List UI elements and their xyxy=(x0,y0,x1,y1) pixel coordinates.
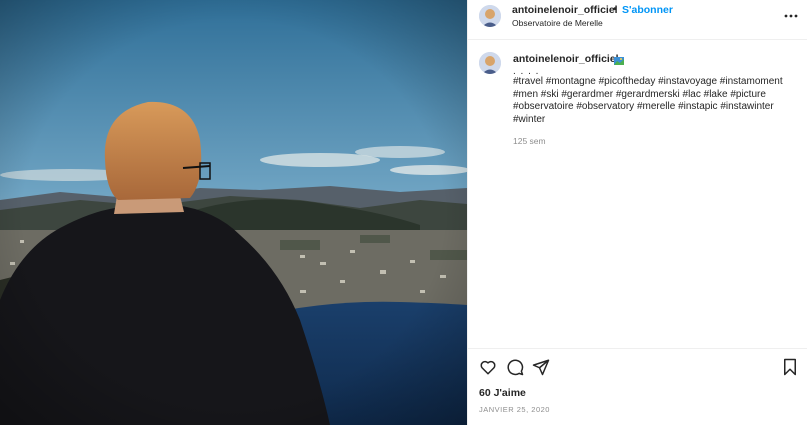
avatar[interactable] xyxy=(479,5,501,27)
paper-plane-icon[interactable] xyxy=(532,358,550,376)
caption-username[interactable]: antoinelenoir_officiel xyxy=(513,53,619,65)
flag-emoji-icon xyxy=(613,53,625,65)
post-location[interactable]: Observatoire de Merelle xyxy=(512,18,603,28)
bookmark-icon[interactable] xyxy=(781,358,799,376)
post-actions: 60 J'aime JANVIER 25, 2020 xyxy=(468,348,807,425)
avatar-image xyxy=(479,52,501,74)
caption-section: antoinelenoir_officiel . . . . #travel #… xyxy=(468,41,807,348)
follow-button[interactable]: S'abonner xyxy=(622,4,673,16)
post-username[interactable]: antoinelenoir_officiel xyxy=(512,4,618,16)
post-photo[interactable] xyxy=(0,0,467,425)
photo-scene xyxy=(0,0,467,425)
avatar-image xyxy=(479,5,501,27)
comment-icon[interactable] xyxy=(506,358,524,376)
separator-dot: • xyxy=(613,3,617,15)
post-header: antoinelenoir_officiel • S'abonner Obser… xyxy=(468,0,807,40)
instagram-post: antoinelenoir_officiel • S'abonner Obser… xyxy=(0,0,807,425)
post-date: JANVIER 25, 2020 xyxy=(479,405,550,414)
likes-count[interactable]: 60 J'aime xyxy=(479,387,526,399)
caption-avatar[interactable] xyxy=(479,52,501,74)
caption-hashtags[interactable]: #travel #montagne #picoftheday #instavoy… xyxy=(513,76,798,126)
post-side-panel: antoinelenoir_officiel • S'abonner Obser… xyxy=(467,0,807,425)
caption-time-ago: 125 sem xyxy=(513,136,546,146)
heart-icon[interactable] xyxy=(479,358,497,376)
more-options-icon[interactable] xyxy=(783,9,799,21)
